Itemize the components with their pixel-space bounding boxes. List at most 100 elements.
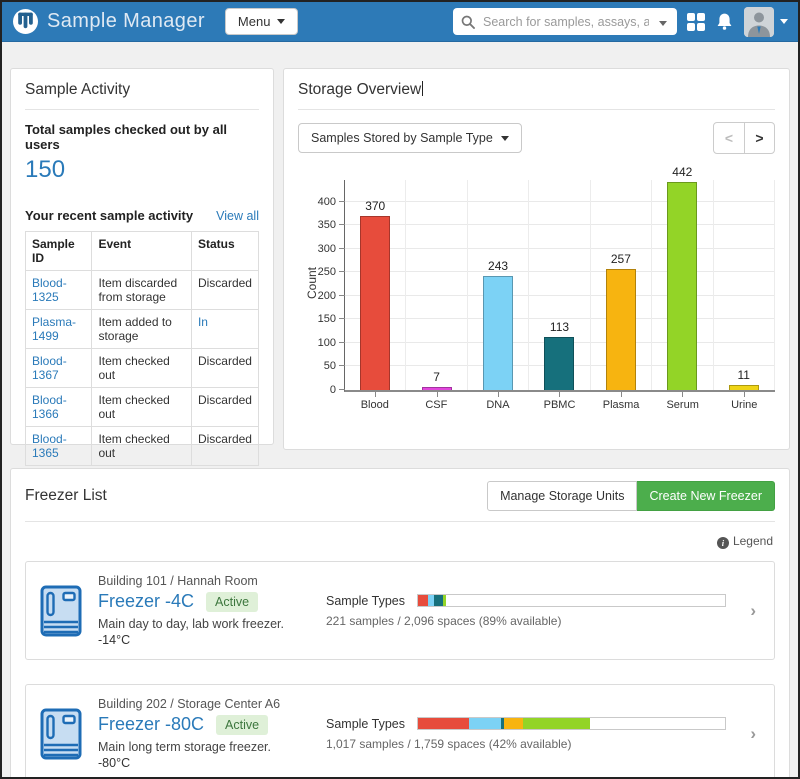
freezer-icon — [40, 585, 82, 637]
sample-types-bar — [417, 717, 726, 730]
info-icon: i — [717, 537, 729, 549]
chart-x-axis-labels: BloodCSFDNAPBMCPlasmaSerumUrine — [344, 399, 775, 411]
x-tick — [498, 392, 499, 397]
view-all-link[interactable]: View all — [216, 209, 259, 223]
bar-segment — [504, 718, 523, 729]
x-tick-label: PBMC — [529, 399, 591, 411]
x-tick — [437, 392, 438, 397]
sample-types-label: Sample Types — [326, 594, 405, 608]
bar-serum — [667, 182, 697, 390]
bar-segment — [418, 718, 469, 729]
bar-segment — [469, 718, 501, 729]
table-row: Blood-1366 Item checked out Discarded — [26, 388, 259, 427]
table-row: Plasma-1499 Item added to storage In — [26, 310, 259, 349]
app-logo[interactable]: Sample Manager — [12, 8, 205, 35]
x-tick — [559, 392, 560, 397]
chart-column: 7 — [406, 180, 467, 390]
chevron-down-icon — [277, 19, 285, 24]
bar-segment — [434, 595, 443, 606]
chart-type-dropdown[interactable]: Samples Stored by Sample Type — [298, 123, 522, 153]
y-tick-label: 400 — [318, 196, 336, 208]
sample-activity-title: Sample Activity — [25, 81, 259, 99]
manage-storage-units-button[interactable]: Manage Storage Units — [487, 481, 637, 511]
bar-urine — [729, 385, 759, 390]
x-tick — [744, 392, 745, 397]
storage-overview-panel: Storage Overview Samples Stored by Sampl… — [283, 68, 790, 450]
bar-value-label: 243 — [468, 259, 528, 273]
capacity-text: 1,017 samples / 1,759 spaces (42% availa… — [326, 737, 726, 751]
global-search — [453, 8, 677, 35]
y-tick-label: 200 — [318, 290, 336, 302]
sample-id-link[interactable]: Blood-1365 — [26, 427, 92, 466]
notifications-bell-icon[interactable] — [715, 12, 734, 31]
y-tick-label: 250 — [318, 266, 336, 278]
storage-chart: Count 0501001502002503003504003707243113… — [298, 180, 775, 411]
freezer-description: Main day to day, lab work freezer. — [98, 617, 310, 631]
sample-activity-panel: Sample Activity Total samples checked ou… — [10, 68, 274, 445]
bar-plasma — [606, 269, 636, 390]
bar-segment — [523, 718, 590, 729]
status-cell: Discarded — [191, 427, 258, 466]
app-title: Sample Manager — [47, 10, 205, 33]
recent-activity-label: Your recent sample activity — [25, 208, 193, 223]
column-header-status: Status — [191, 232, 258, 271]
freezer-name-link[interactable]: Freezer -80C — [98, 714, 204, 735]
y-tick-label: 100 — [318, 337, 336, 349]
search-icon — [461, 15, 475, 29]
previous-chart-button[interactable]: < — [714, 123, 744, 153]
total-checked-out-value: 150 — [25, 156, 259, 184]
bar-value-label: 7 — [406, 370, 466, 384]
create-new-freezer-button[interactable]: Create New Freezer — [637, 481, 775, 511]
y-tick-label: 0 — [330, 384, 336, 396]
legend-toggle[interactable]: iLegend — [25, 534, 773, 549]
freezer-temperature: -14°C — [98, 633, 310, 647]
next-chart-button[interactable]: > — [744, 123, 774, 153]
chart-column: 370 — [345, 180, 406, 390]
bar-value-label: 257 — [591, 252, 651, 266]
event-cell: Item checked out — [92, 349, 192, 388]
freezer-breadcrumb: Building 202 / Storage Center A6 — [98, 697, 310, 711]
bar-dna — [483, 276, 513, 390]
freezer-description: Main long term storage freezer. — [98, 740, 310, 754]
chart-column: 113 — [529, 180, 590, 390]
sample-id-link[interactable]: Blood-1325 — [26, 271, 92, 310]
search-dropdown-caret[interactable] — [657, 11, 669, 33]
x-tick-label: DNA — [467, 399, 529, 411]
freezer-card[interactable]: Building 101 / Hannah Room Freezer -4C A… — [25, 561, 775, 660]
freezer-card[interactable]: Building 202 / Storage Center A6 Freezer… — [25, 684, 775, 779]
chevron-right-icon[interactable]: › — [742, 724, 764, 744]
top-navbar: Sample Manager Menu — [2, 2, 798, 42]
status-badge: Active — [216, 715, 268, 735]
column-header-sample-id: Sample ID — [26, 232, 92, 271]
text-cursor — [422, 81, 423, 96]
search-input[interactable] — [481, 14, 651, 30]
storage-overview-title: Storage Overview — [298, 81, 775, 99]
status-cell: Discarded — [191, 388, 258, 427]
user-menu[interactable] — [744, 7, 788, 37]
x-tick-label: CSF — [406, 399, 468, 411]
freezer-list-title: Freezer List — [25, 487, 107, 505]
sample-types-bar — [417, 594, 726, 607]
freezer-name-link[interactable]: Freezer -4C — [98, 591, 194, 612]
y-tick-label: 50 — [324, 360, 336, 372]
sample-id-link[interactable]: Blood-1367 — [26, 349, 92, 388]
bar-pbmc — [544, 337, 574, 390]
event-cell: Item checked out — [92, 427, 192, 466]
status-link[interactable]: In — [191, 310, 258, 349]
table-row: Blood-1367 Item checked out Discarded — [26, 349, 259, 388]
bar-value-label: 442 — [652, 165, 712, 179]
sample-manager-logo-icon — [12, 8, 39, 35]
chart-column: 442 — [652, 180, 713, 390]
status-cell: Discarded — [191, 271, 258, 310]
apps-grid-icon[interactable] — [687, 13, 705, 31]
app-window: Sample Manager Menu — [0, 0, 800, 779]
x-tick — [682, 392, 683, 397]
sample-id-link[interactable]: Blood-1366 — [26, 388, 92, 427]
status-cell: Discarded — [191, 349, 258, 388]
sample-id-link[interactable]: Plasma-1499 — [26, 310, 92, 349]
event-cell: Item added to storage — [92, 310, 192, 349]
chevron-right-icon[interactable]: › — [742, 601, 764, 621]
freezer-icon — [40, 708, 82, 760]
x-tick — [375, 392, 376, 397]
menu-button[interactable]: Menu — [225, 8, 299, 35]
